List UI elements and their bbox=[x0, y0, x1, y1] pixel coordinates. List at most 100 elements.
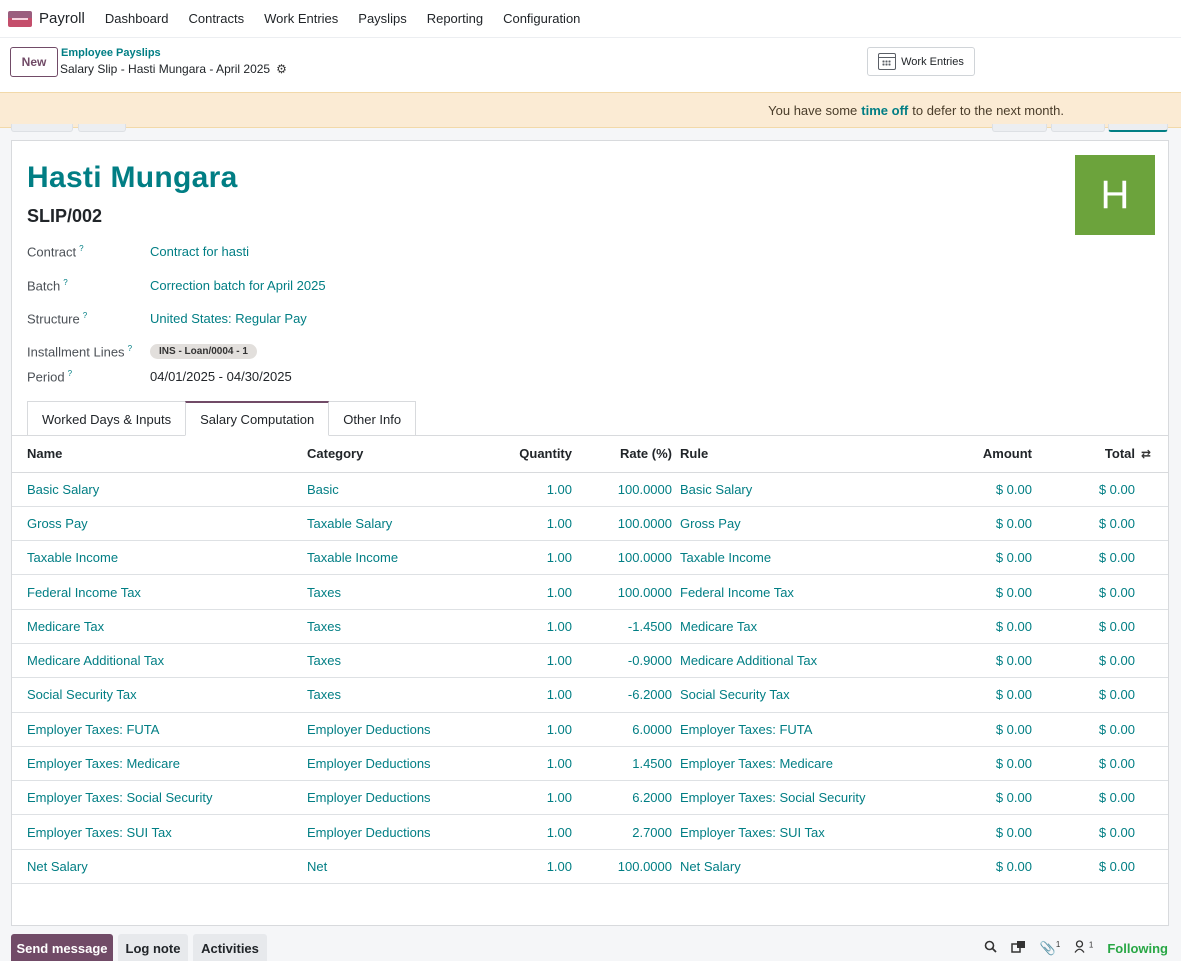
cell-rate[interactable]: -1.4500 bbox=[572, 609, 672, 644]
cell-total[interactable]: $ 0.00 bbox=[1032, 643, 1135, 679]
cell-name[interactable]: Medicare Additional Tax bbox=[12, 643, 307, 679]
column-header-total[interactable]: Total bbox=[1032, 436, 1135, 473]
cell-rule[interactable]: Federal Income Tax bbox=[672, 574, 932, 610]
cell-quantity[interactable]: 1.00 bbox=[472, 540, 572, 576]
cell-total[interactable]: $ 0.00 bbox=[1032, 780, 1135, 816]
payroll-app-icon[interactable] bbox=[8, 10, 32, 27]
send-message-button[interactable]: Send message bbox=[11, 934, 113, 961]
expand-chatter-icon[interactable] bbox=[1010, 940, 1026, 956]
table-row[interactable]: Basic Salary Basic 1.00 100.0000 Basic Salar… bbox=[12, 472, 1168, 507]
cell-quantity[interactable]: 1.00 bbox=[472, 712, 572, 747]
installment-tag[interactable]: INS - Loan/0004 - 1 bbox=[150, 344, 257, 360]
attachments-button[interactable]: 📎1 bbox=[1040, 940, 1061, 956]
work-entries-button[interactable]: Work Entries bbox=[867, 47, 975, 76]
activities-button[interactable]: Activities bbox=[193, 934, 267, 961]
cell-category[interactable]: Employer Deductions bbox=[307, 780, 472, 816]
cell-rate[interactable]: 100.0000 bbox=[572, 472, 672, 507]
cell-quantity[interactable]: 1.00 bbox=[472, 643, 572, 679]
cell-rate[interactable]: 6.2000 bbox=[572, 780, 672, 816]
cell-amount[interactable]: $ 0.00 bbox=[932, 677, 1032, 713]
cell-quantity[interactable]: 1.00 bbox=[472, 746, 572, 782]
avatar[interactable]: H bbox=[1075, 155, 1155, 235]
cell-rule[interactable]: Employer Taxes: SUI Tax bbox=[672, 814, 932, 850]
column-header-amount[interactable]: Amount bbox=[932, 436, 1032, 473]
table-row[interactable]: Employer Taxes: FUTA Employer Deductions 1… bbox=[12, 712, 1168, 747]
cell-category[interactable]: Taxes bbox=[307, 609, 472, 644]
menu-contracts[interactable]: Contracts bbox=[178, 11, 254, 26]
column-header-rule[interactable]: Rule bbox=[672, 436, 932, 473]
cell-amount[interactable]: $ 0.00 bbox=[932, 780, 1032, 816]
new-button[interactable]: New bbox=[10, 47, 58, 77]
cell-rule[interactable]: Basic Salary bbox=[672, 472, 932, 507]
cell-amount[interactable]: $ 0.00 bbox=[932, 609, 1032, 644]
time-off-link[interactable]: time off bbox=[861, 103, 908, 118]
cell-quantity[interactable]: 1.00 bbox=[472, 780, 572, 816]
cell-category[interactable]: Employer Deductions bbox=[307, 814, 472, 850]
tab-worked-days-inputs[interactable]: Worked Days & Inputs bbox=[27, 401, 187, 436]
breadcrumb-parent-link[interactable]: Employee Payslips bbox=[61, 47, 161, 59]
cell-rule[interactable]: Employer Taxes: Medicare bbox=[672, 746, 932, 782]
table-row[interactable]: Gross Pay Taxable Salary 1.00 100.0000 Gross… bbox=[12, 506, 1168, 542]
column-header-category[interactable]: Category bbox=[307, 436, 472, 473]
cell-amount[interactable]: $ 0.00 bbox=[932, 814, 1032, 850]
cell-rule[interactable]: Medicare Tax bbox=[672, 609, 932, 644]
search-icon[interactable] bbox=[984, 940, 997, 956]
cell-amount[interactable]: $ 0.00 bbox=[932, 849, 1032, 885]
cell-total[interactable]: $ 0.00 bbox=[1032, 540, 1135, 576]
cell-amount[interactable]: $ 0.00 bbox=[932, 712, 1032, 747]
optional-columns-toggle[interactable]: ⇄ bbox=[1135, 436, 1168, 473]
tab-salary-computation[interactable]: Salary Computation bbox=[185, 401, 330, 436]
cell-total[interactable]: $ 0.00 bbox=[1032, 472, 1135, 507]
table-row[interactable]: Employer Taxes: Medicare Employer Deducti… bbox=[12, 746, 1168, 782]
cell-rule[interactable]: Employer Taxes: Social Security bbox=[672, 780, 932, 816]
menu-reporting[interactable]: Reporting bbox=[417, 11, 493, 26]
cell-name[interactable]: Employer Taxes: FUTA bbox=[12, 712, 307, 747]
cell-quantity[interactable]: 1.00 bbox=[472, 574, 572, 610]
following-button[interactable]: Following bbox=[1107, 941, 1168, 956]
table-row[interactable]: Federal Income Tax Taxes 1.00 100.0000 Feder… bbox=[12, 574, 1168, 610]
cell-category[interactable]: Taxable Income bbox=[307, 540, 472, 576]
cell-amount[interactable]: $ 0.00 bbox=[932, 746, 1032, 782]
cell-name[interactable]: Medicare Tax bbox=[12, 609, 307, 644]
table-row[interactable]: Medicare Tax Taxes 1.00 -1.4500 Medicare Tax… bbox=[12, 609, 1168, 644]
table-row[interactable]: Employer Taxes: SUI Tax Employer Deductio… bbox=[12, 814, 1168, 850]
menu-configuration[interactable]: Configuration bbox=[493, 11, 590, 26]
period-value[interactable]: 04/01/2025 - 04/30/2025 bbox=[150, 369, 292, 384]
cell-amount[interactable]: $ 0.00 bbox=[932, 472, 1032, 507]
cell-rule[interactable]: Gross Pay bbox=[672, 506, 932, 542]
cell-name[interactable]: Basic Salary bbox=[12, 472, 307, 507]
tab-other-info[interactable]: Other Info bbox=[328, 401, 417, 436]
cell-rate[interactable]: 100.0000 bbox=[572, 506, 672, 542]
cell-name[interactable]: Employer Taxes: Social Security bbox=[12, 780, 307, 816]
cell-total[interactable]: $ 0.00 bbox=[1032, 677, 1135, 713]
cell-quantity[interactable]: 1.00 bbox=[472, 814, 572, 850]
table-row[interactable]: Net Salary Net 1.00 100.0000 Net Salary $ 0.0… bbox=[12, 849, 1168, 885]
cell-category[interactable]: Employer Deductions bbox=[307, 746, 472, 782]
cell-total[interactable]: $ 0.00 bbox=[1032, 574, 1135, 610]
cell-total[interactable]: $ 0.00 bbox=[1032, 849, 1135, 885]
cell-name[interactable]: Gross Pay bbox=[12, 506, 307, 542]
app-name[interactable]: Payroll bbox=[39, 10, 85, 27]
contract-value[interactable]: Contract for hasti bbox=[150, 244, 249, 259]
cell-category[interactable]: Employer Deductions bbox=[307, 712, 472, 747]
menu-work-entries[interactable]: Work Entries bbox=[254, 11, 348, 26]
cell-category[interactable]: Basic bbox=[307, 472, 472, 507]
menu-payslips[interactable]: Payslips bbox=[348, 11, 416, 26]
help-tooltip-icon[interactable]: ? bbox=[83, 311, 87, 320]
cell-quantity[interactable]: 1.00 bbox=[472, 677, 572, 713]
menu-dashboard[interactable]: Dashboard bbox=[95, 11, 179, 26]
cell-rate[interactable]: 100.0000 bbox=[572, 574, 672, 610]
help-tooltip-icon[interactable]: ? bbox=[79, 244, 83, 253]
cell-rate[interactable]: 100.0000 bbox=[572, 540, 672, 576]
gear-icon[interactable]: ⚙ bbox=[276, 62, 287, 76]
cell-quantity[interactable]: 1.00 bbox=[472, 849, 572, 885]
cell-total[interactable]: $ 0.00 bbox=[1032, 712, 1135, 747]
help-tooltip-icon[interactable]: ? bbox=[68, 369, 72, 378]
cell-rate[interactable]: -0.9000 bbox=[572, 643, 672, 679]
cell-category[interactable]: Taxes bbox=[307, 574, 472, 610]
cell-rate[interactable]: 100.0000 bbox=[572, 849, 672, 885]
help-tooltip-icon[interactable]: ? bbox=[128, 344, 132, 353]
column-settings-icon[interactable]: ⇄ bbox=[1141, 447, 1151, 461]
table-row[interactable]: Social Security Tax Taxes 1.00 -6.2000 Socia… bbox=[12, 677, 1168, 713]
cell-name[interactable]: Taxable Income bbox=[12, 540, 307, 576]
